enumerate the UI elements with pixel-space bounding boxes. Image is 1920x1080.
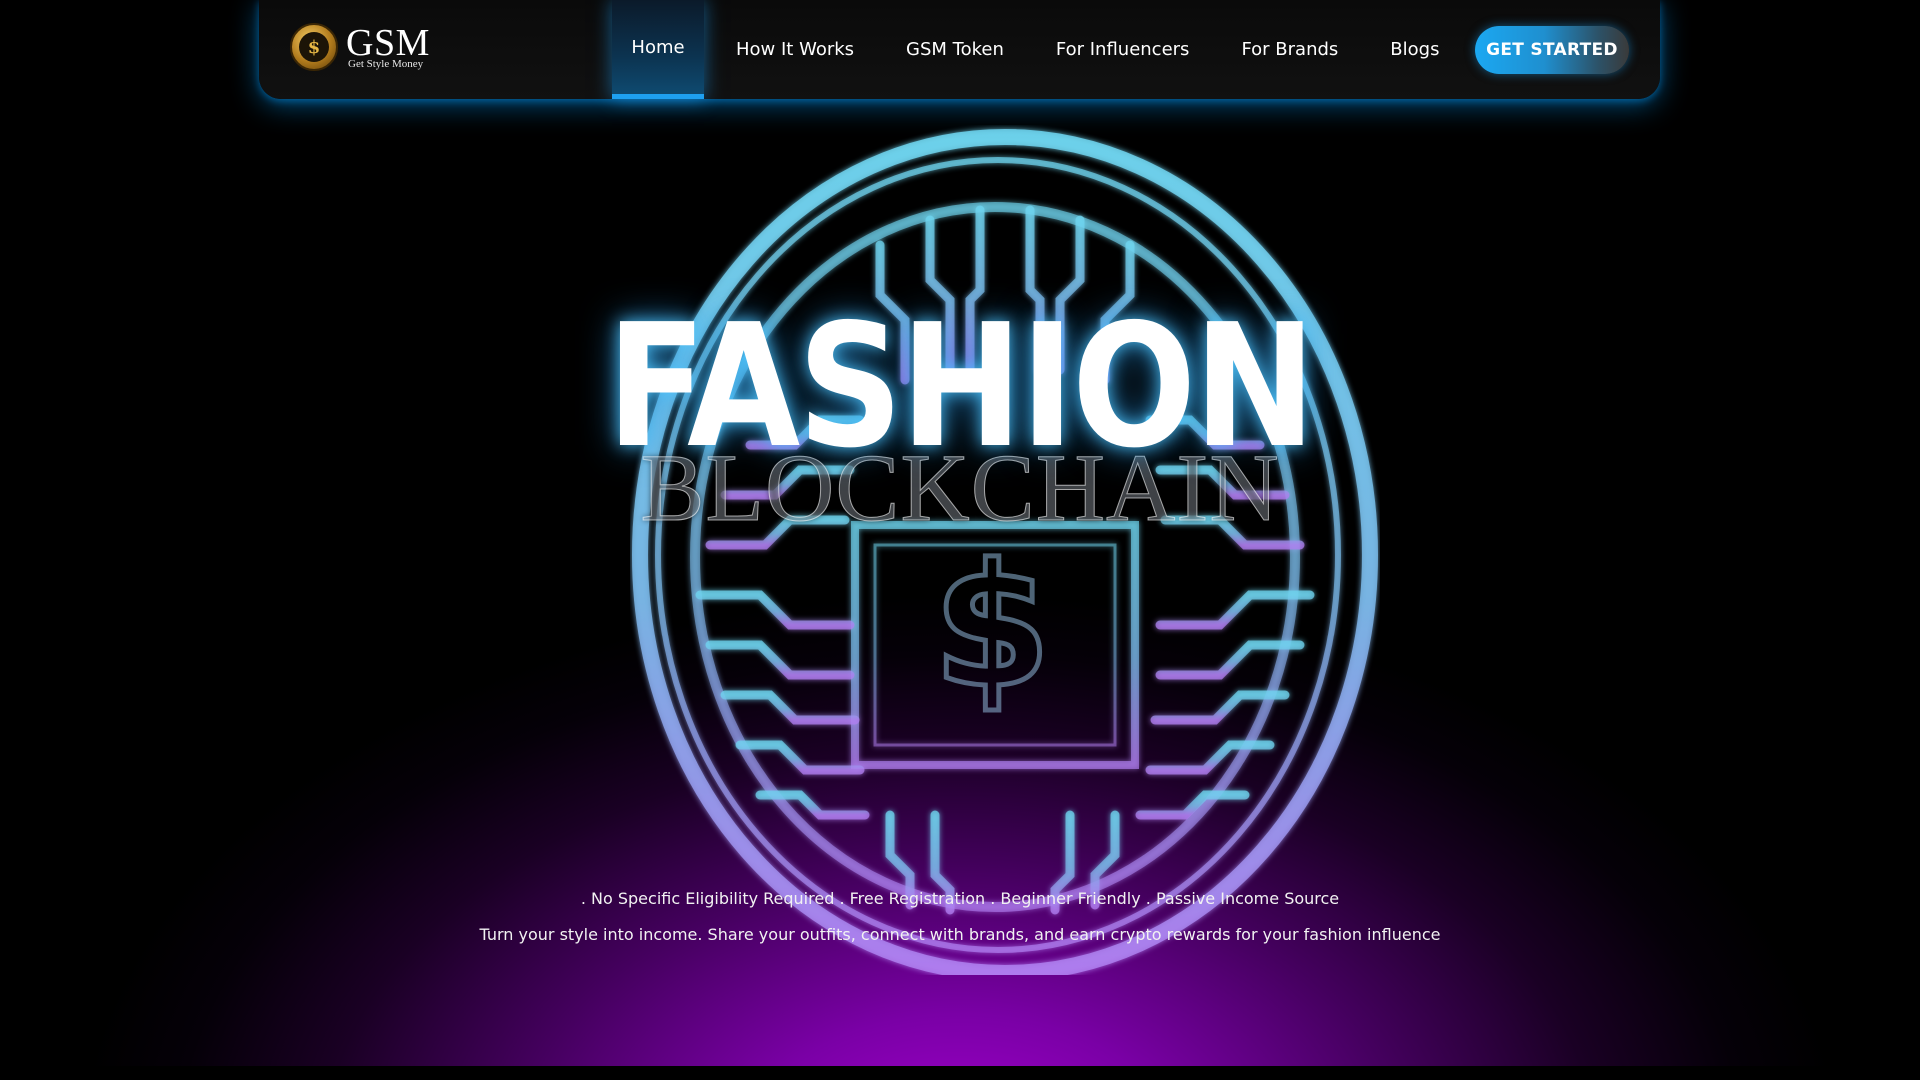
circuit-coin-icon: $ [632, 129, 1378, 975]
gold-coin-dollar-icon: $ [290, 23, 338, 71]
logo-coin-symbol: $ [299, 32, 329, 62]
nav-menu: Home How It Works GSM Token For Influenc… [612, 0, 1465, 99]
logo-text: GSM Get Style Money [346, 24, 430, 70]
coin-dollar-symbol: $ [933, 528, 1051, 726]
brand-logo[interactable]: $ GSM Get Style Money [290, 23, 430, 71]
hero-features: . No Specific Eligibility Required . Fre… [580, 889, 1340, 908]
nav-item-how-it-works[interactable]: How It Works [704, 0, 880, 99]
hero-tagline: Turn your style into income. Share your … [479, 925, 1441, 944]
navbar: $ GSM Get Style Money Home How It Works … [259, 0, 1660, 99]
hero-headline: FASHION [606, 288, 1316, 486]
nav-item-home[interactable]: Home [612, 0, 704, 99]
nav-item-blogs[interactable]: Blogs [1364, 0, 1465, 99]
nav-item-for-influencers[interactable]: For Influencers [1030, 0, 1216, 99]
logo-subtitle: Get Style Money [348, 58, 424, 70]
get-started-button[interactable]: GET STARTED [1475, 26, 1629, 74]
logo-title: GSM [346, 22, 430, 64]
nav-item-gsm-token[interactable]: GSM Token [880, 0, 1030, 99]
nav-item-for-brands[interactable]: For Brands [1215, 0, 1364, 99]
page: $ $ GSM Get Style Money Home How It Work… [0, 0, 1920, 1080]
